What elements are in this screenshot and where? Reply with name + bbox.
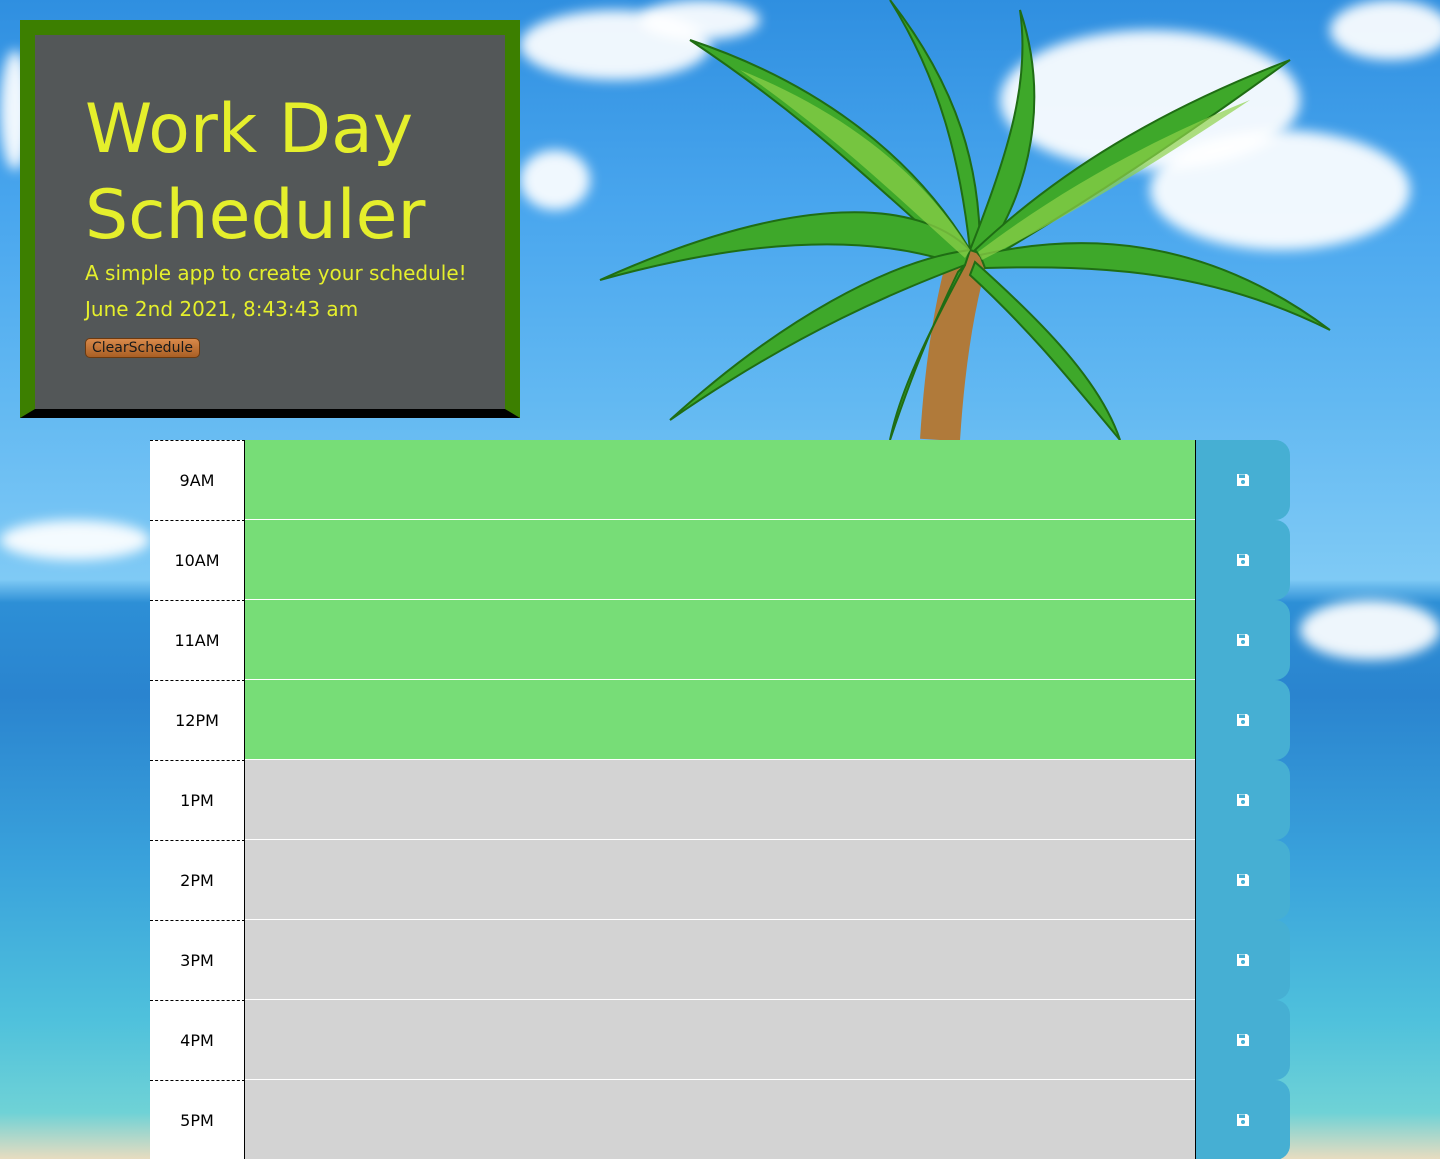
floppy-disk-icon bbox=[1236, 1113, 1250, 1127]
save-button[interactable] bbox=[1195, 520, 1290, 600]
hour-label: 5PM bbox=[150, 1080, 245, 1159]
time-block-row: 4PM bbox=[150, 1000, 1290, 1080]
time-block-row: 10AM bbox=[150, 520, 1290, 600]
floppy-disk-icon bbox=[1236, 473, 1250, 487]
app-subtitle: A simple app to create your schedule! bbox=[85, 261, 467, 285]
event-description-input[interactable] bbox=[245, 840, 1195, 920]
event-description-input[interactable] bbox=[245, 440, 1195, 520]
current-datetime: June 2nd 2021, 8:43:43 am bbox=[85, 297, 359, 321]
save-button[interactable] bbox=[1195, 440, 1290, 520]
event-description-input[interactable] bbox=[245, 920, 1195, 1000]
floppy-disk-icon bbox=[1236, 793, 1250, 807]
time-block-row: 5PM bbox=[150, 1080, 1290, 1159]
floppy-disk-icon bbox=[1236, 1033, 1250, 1047]
app-header: Work Day Scheduler A simple app to creat… bbox=[20, 20, 520, 418]
clear-schedule-button[interactable]: ClearSchedule bbox=[85, 338, 200, 358]
event-description-input[interactable] bbox=[245, 1000, 1195, 1080]
time-block-row: 3PM bbox=[150, 920, 1290, 1000]
page-title: Work Day Scheduler bbox=[85, 90, 426, 255]
time-block-row: 1PM bbox=[150, 760, 1290, 840]
cloud-decoration bbox=[0, 520, 150, 560]
save-button[interactable] bbox=[1195, 1080, 1290, 1159]
save-button[interactable] bbox=[1195, 1000, 1290, 1080]
event-description-input[interactable] bbox=[245, 680, 1195, 760]
hour-label: 11AM bbox=[150, 600, 245, 680]
event-description-input[interactable] bbox=[245, 520, 1195, 600]
floppy-disk-icon bbox=[1236, 873, 1250, 887]
schedule-list: 9AM 10AM 11AM 12PM 1PM 2PM 3PM 4PM 5PM bbox=[150, 440, 1290, 1159]
save-button[interactable] bbox=[1195, 840, 1290, 920]
hour-label: 2PM bbox=[150, 840, 245, 920]
hour-label: 12PM bbox=[150, 680, 245, 760]
save-button[interactable] bbox=[1195, 920, 1290, 1000]
time-block-row: 11AM bbox=[150, 600, 1290, 680]
floppy-disk-icon bbox=[1236, 633, 1250, 647]
hour-label: 1PM bbox=[150, 760, 245, 840]
event-description-input[interactable] bbox=[245, 1080, 1195, 1159]
floppy-disk-icon bbox=[1236, 953, 1250, 967]
palm-tree-illustration bbox=[599, 0, 1331, 440]
save-button[interactable] bbox=[1195, 760, 1290, 840]
hour-label: 4PM bbox=[150, 1000, 245, 1080]
hour-label: 3PM bbox=[150, 920, 245, 1000]
floppy-disk-icon bbox=[1236, 553, 1250, 567]
save-button[interactable] bbox=[1195, 600, 1290, 680]
event-description-input[interactable] bbox=[245, 600, 1195, 680]
event-description-input[interactable] bbox=[245, 760, 1195, 840]
cloud-decoration bbox=[1300, 600, 1440, 660]
time-block-row: 2PM bbox=[150, 840, 1290, 920]
page: Work Day Scheduler A simple app to creat… bbox=[0, 0, 1440, 1159]
hour-label: 10AM bbox=[150, 520, 245, 600]
time-block-row: 9AM bbox=[150, 440, 1290, 520]
hour-label: 9AM bbox=[150, 440, 245, 520]
time-block-row: 12PM bbox=[150, 680, 1290, 760]
save-button[interactable] bbox=[1195, 680, 1290, 760]
floppy-disk-icon bbox=[1236, 713, 1250, 727]
